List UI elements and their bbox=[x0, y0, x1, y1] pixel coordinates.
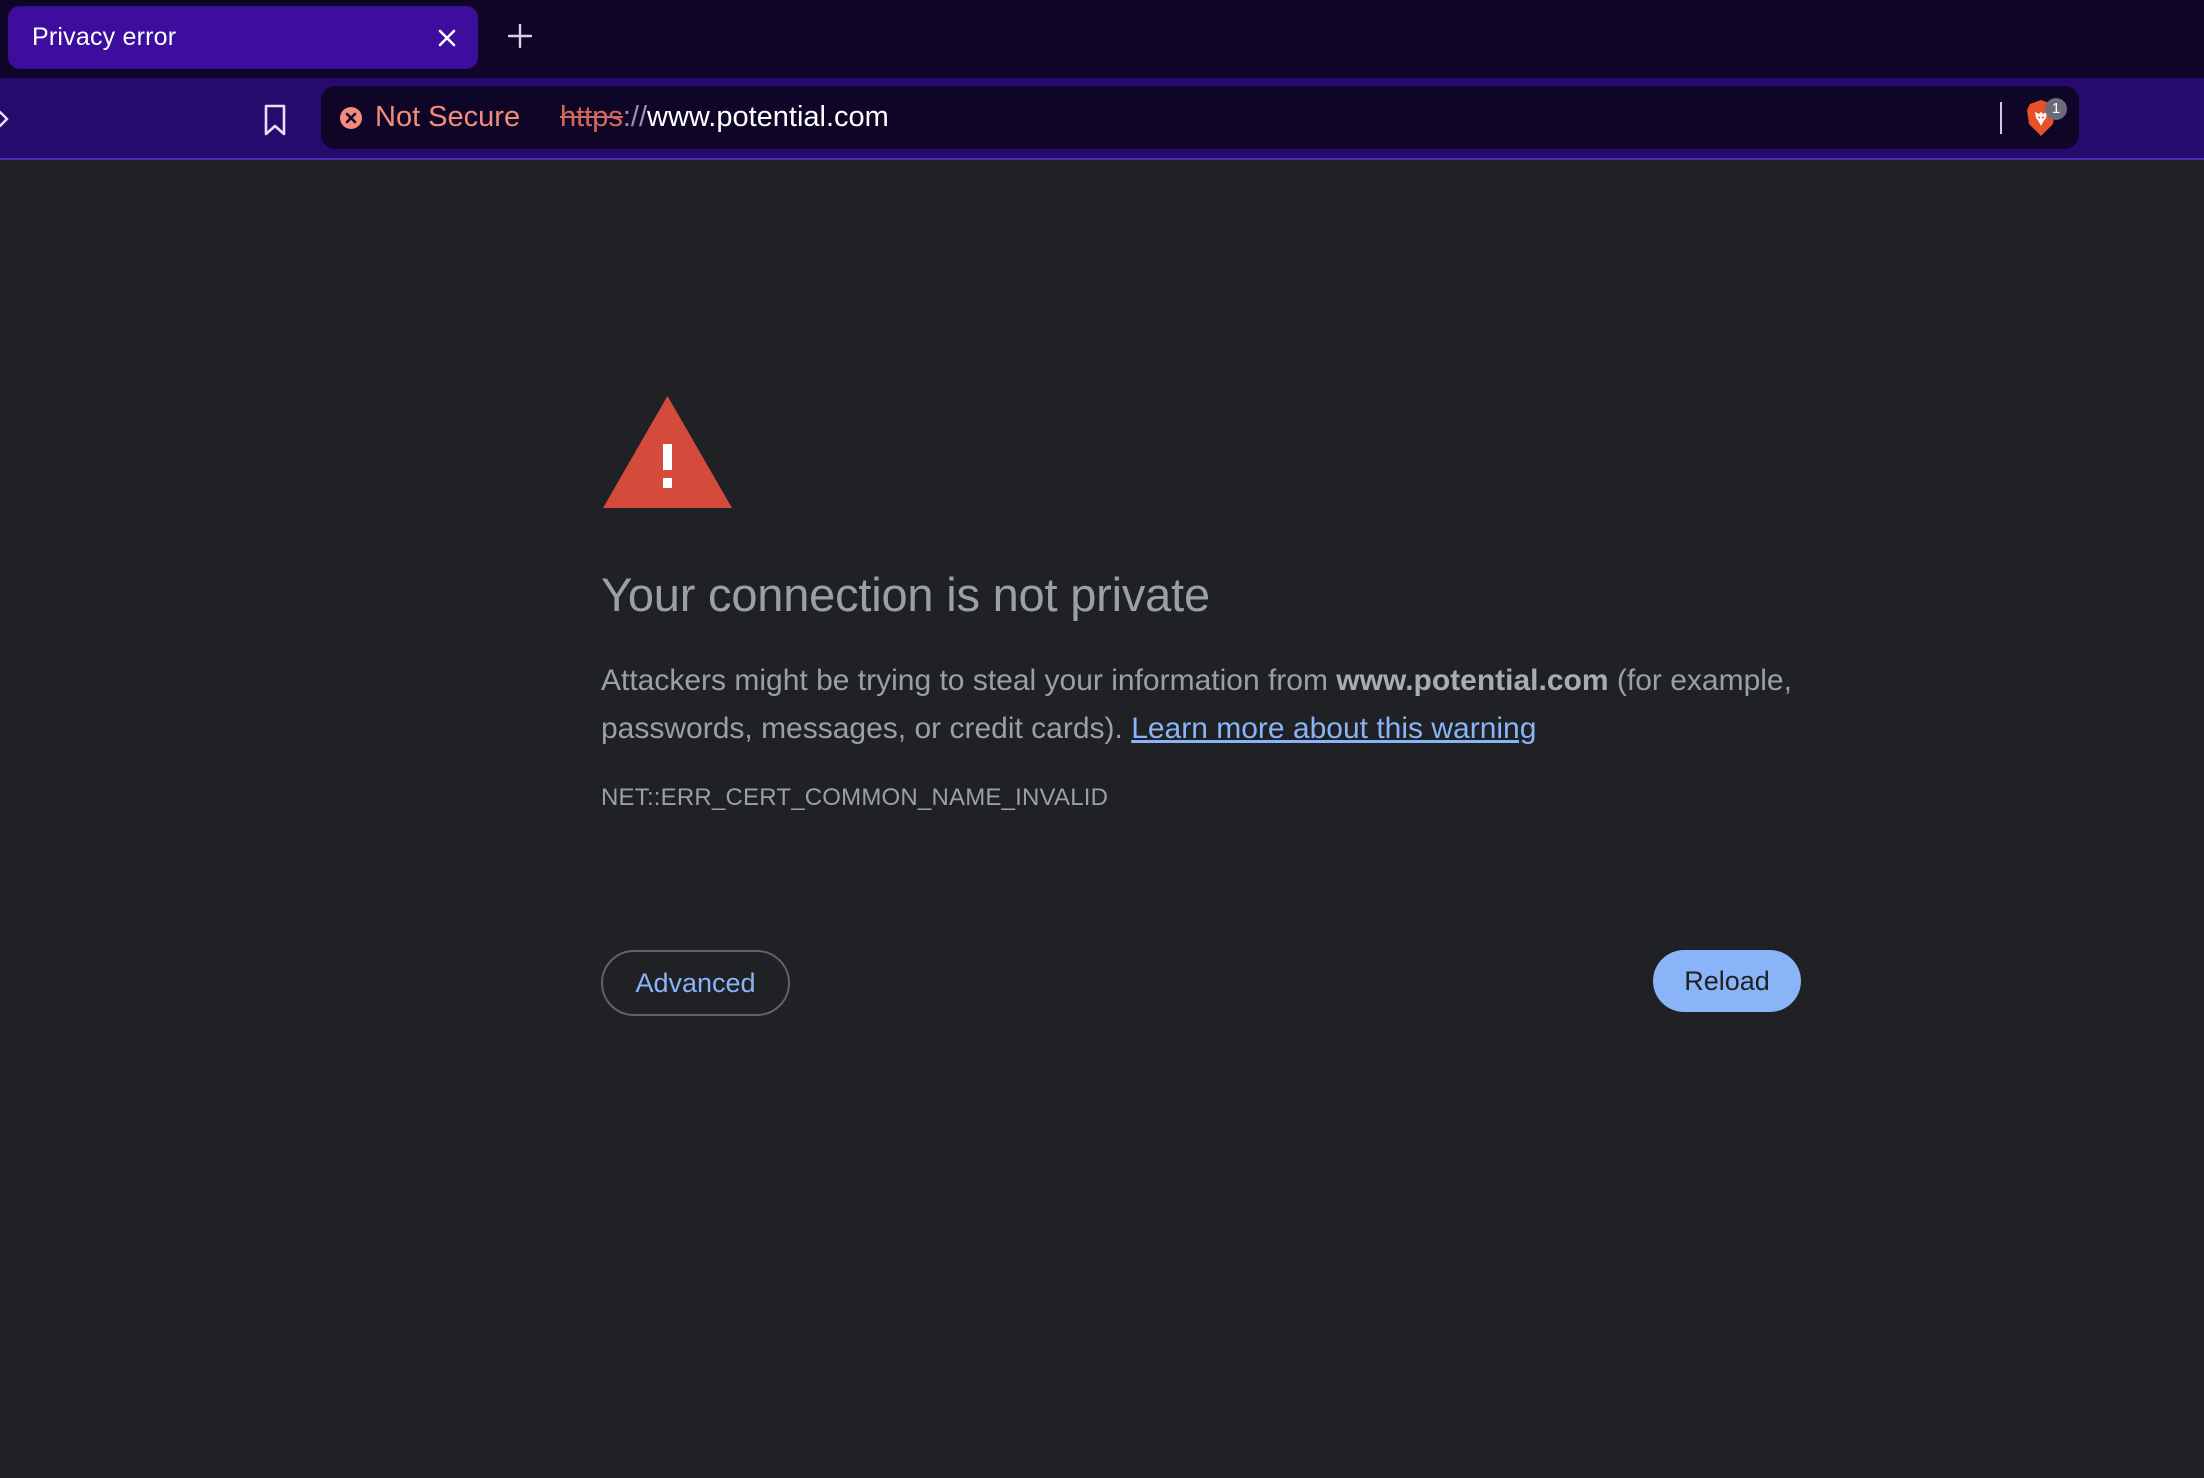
new-tab-button[interactable] bbox=[506, 22, 534, 50]
warning-triangle-icon bbox=[603, 396, 732, 508]
url-host: www.potential.com bbox=[647, 101, 889, 133]
interstitial-content: Your connection is not private Attackers… bbox=[601, 394, 1801, 812]
bookmark-button[interactable] bbox=[260, 102, 290, 138]
not-secure-label: Not Secure bbox=[375, 101, 521, 133]
explanation-prefix: Attackers might be trying to steal your … bbox=[601, 664, 1337, 698]
tab-privacy-error[interactable]: Privacy error bbox=[8, 6, 478, 69]
brave-shields-button[interactable]: 1 bbox=[2021, 96, 2069, 140]
tab-strip: Privacy error bbox=[0, 0, 2204, 78]
explanation-text: Attackers might be trying to steal your … bbox=[601, 657, 1816, 753]
close-icon[interactable] bbox=[434, 25, 460, 51]
url-separator: :// bbox=[622, 101, 648, 133]
toolbar: Not Secure https://www.potential.com 1 bbox=[0, 78, 2204, 160]
omnibox-divider bbox=[2000, 102, 2002, 134]
bookmark-icon bbox=[264, 104, 286, 136]
explanation-domain: www.potential.com bbox=[1336, 664, 1609, 698]
tab-title: Privacy error bbox=[32, 23, 177, 51]
security-indicator[interactable]: Not Secure bbox=[339, 86, 520, 149]
reload-button[interactable]: Reload bbox=[1653, 950, 1801, 1012]
error-circle-icon bbox=[340, 106, 362, 129]
address-bar[interactable]: Not Secure https://www.potential.com 1 bbox=[321, 86, 2079, 149]
advanced-button[interactable]: Advanced bbox=[601, 950, 790, 1016]
plus-icon bbox=[507, 23, 533, 49]
error-code: NET::ERR_CERT_COMMON_NAME_INVALID bbox=[601, 784, 1109, 812]
page-title: Your connection is not private bbox=[601, 568, 1210, 621]
shields-count-badge: 1 bbox=[2045, 98, 2067, 120]
forward-arrow-icon[interactable] bbox=[0, 108, 10, 130]
url-scheme: https bbox=[560, 101, 623, 133]
url-text[interactable]: https://www.potential.com bbox=[560, 86, 889, 149]
learn-more-link[interactable]: Learn more about this warning bbox=[1131, 712, 1536, 745]
